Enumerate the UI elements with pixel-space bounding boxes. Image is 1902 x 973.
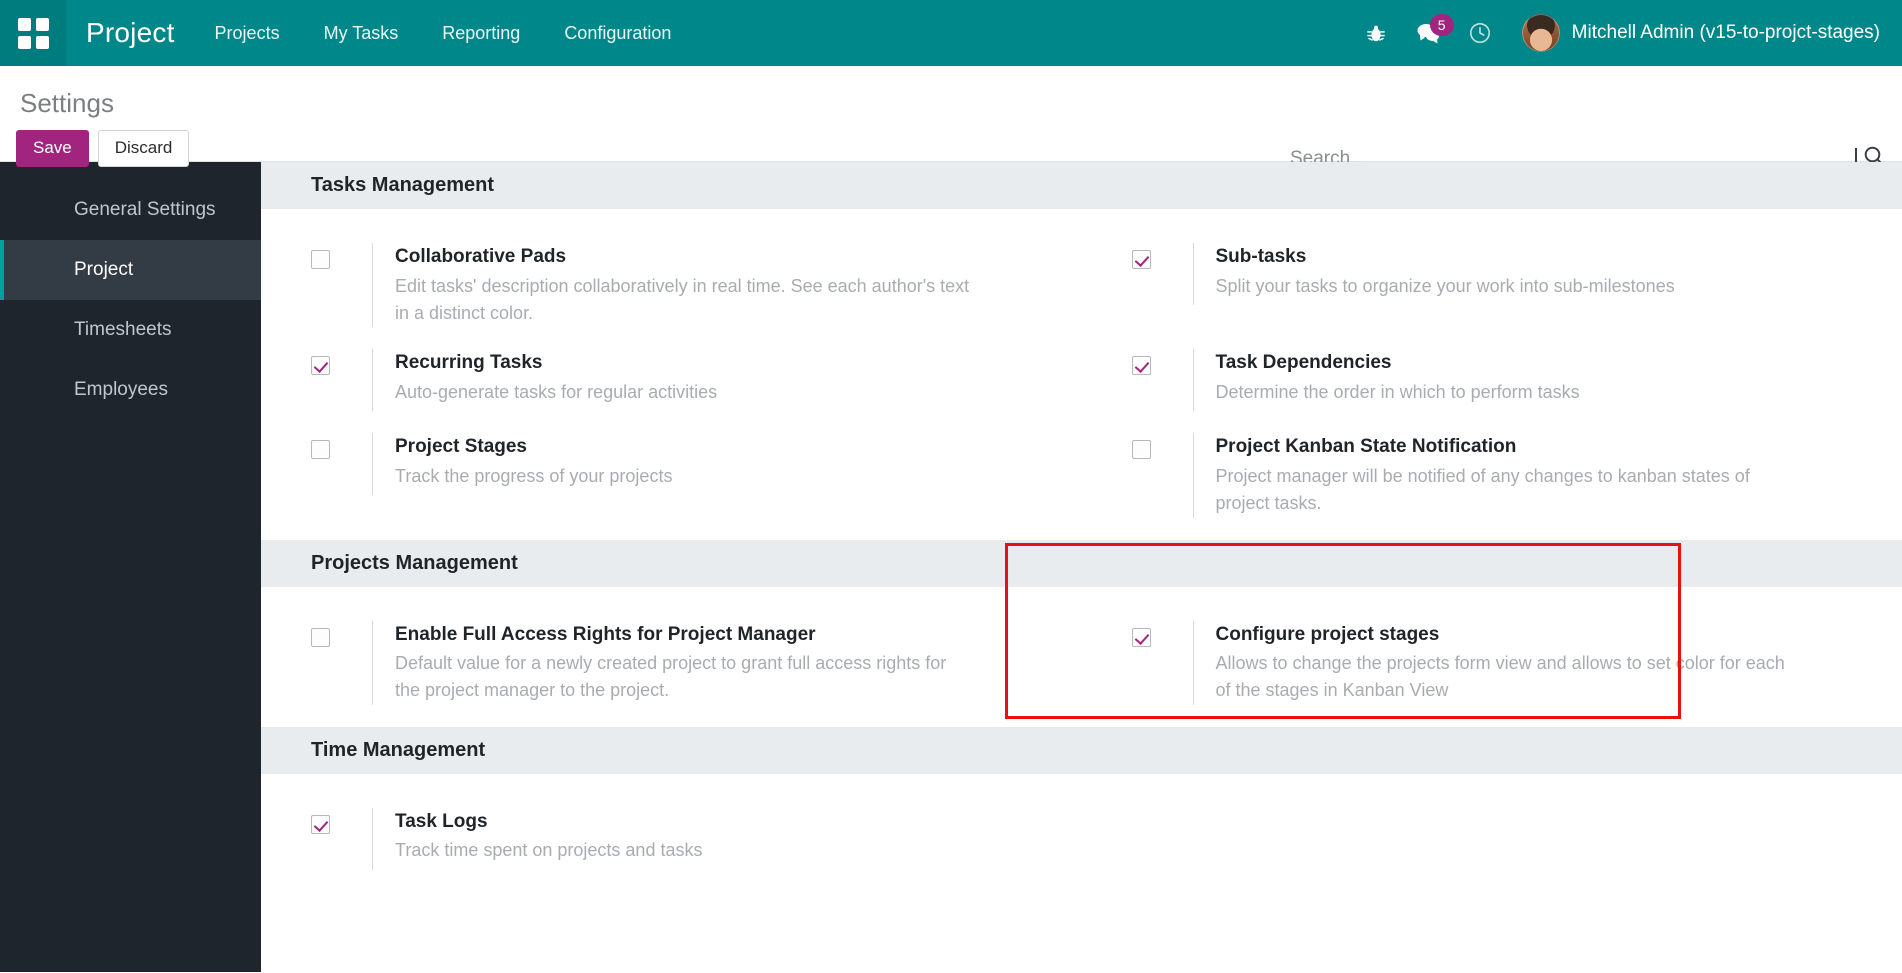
setting-project-kanban-state-notification: Project Kanban State Notification Projec… [1082,421,1902,527]
setting-desc-project-stages: Track the progress of your projects [395,463,672,490]
checkbox-task-logs[interactable] [311,815,330,834]
navbar-menu: Projects My Tasks Reporting Configuratio… [193,0,694,66]
setting-desc-task-dependencies: Determine the order in which to perform … [1216,379,1580,406]
setting-desc-sub-tasks: Split your tasks to organize your work i… [1216,273,1675,300]
section-header-projects-management: Projects Management [261,540,1902,587]
messages-count-badge: 5 [1430,14,1454,36]
section-header-time-management: Time Management [261,727,1902,774]
sidebar-item-timesheets[interactable]: Timesheets [0,300,261,360]
user-menu[interactable]: Mitchell Admin (v15-to-projct-stages) [1506,14,1886,52]
app-brand-project[interactable]: Project [66,17,193,49]
checkbox-project-stages[interactable] [311,440,330,459]
nav-item-configuration[interactable]: Configuration [542,0,693,66]
setting-title-collaborative-pads: Collaborative Pads [395,243,975,271]
setting-enable-full-access-rights: Enable Full Access Rights for Project Ma… [261,609,1082,715]
setting-title-recurring-tasks: Recurring Tasks [395,349,717,377]
setting-configure-project-stages: Configure project stages Allows to chang… [1082,609,1902,715]
sidebar-item-project[interactable]: Project [0,240,261,300]
nav-item-my-tasks[interactable]: My Tasks [302,0,421,66]
setting-desc-configure-project-stages: Allows to change the projects form view … [1216,650,1796,705]
apps-menu-button[interactable] [0,0,66,66]
discard-button[interactable]: Discard [98,130,190,167]
messages-icon[interactable]: 5 [1402,0,1454,66]
setting-desc-project-kanban-state-notification: Project manager will be notified of any … [1216,463,1796,518]
section-body-time-management: Task Logs Track time spent on projects a… [261,774,1902,892]
setting-desc-recurring-tasks: Auto-generate tasks for regular activiti… [395,379,717,406]
setting-sub-tasks: Sub-tasks Split your tasks to organize y… [1082,231,1902,337]
checkbox-recurring-tasks[interactable] [311,356,330,375]
setting-recurring-tasks: Recurring Tasks Auto-generate tasks for … [261,337,1082,421]
navbar-right-tools: 5 Mitchell Admin (v15-to-projct-stages) [1350,0,1902,66]
user-name-label: Mitchell Admin (v15-to-projct-stages) [1572,22,1880,44]
section-header-tasks-management: Tasks Management [261,162,1902,209]
sidebar-item-general-settings[interactable]: General Settings [0,180,261,240]
setting-title-enable-full-access-rights: Enable Full Access Rights for Project Ma… [395,621,975,649]
setting-desc-collaborative-pads: Edit tasks' description collaboratively … [395,273,975,328]
page-title: Settings [20,88,114,119]
checkbox-sub-tasks[interactable] [1132,250,1151,269]
nav-item-projects[interactable]: Projects [193,0,302,66]
setting-title-configure-project-stages: Configure project stages [1216,621,1796,649]
control-panel: Settings Save Discard Search... [0,66,1902,162]
save-button[interactable]: Save [16,130,89,167]
checkbox-enable-full-access-rights[interactable] [311,628,330,647]
setting-title-task-dependencies: Task Dependencies [1216,349,1580,377]
setting-task-dependencies: Task Dependencies Determine the order in… [1082,337,1902,421]
setting-title-project-kanban-state-notification: Project Kanban State Notification [1216,433,1796,461]
nav-item-reporting[interactable]: Reporting [420,0,542,66]
setting-desc-enable-full-access-rights: Default value for a newly created projec… [395,650,975,705]
checkbox-collaborative-pads[interactable] [311,250,330,269]
setting-title-project-stages: Project Stages [395,433,672,461]
setting-project-stages: Project Stages Track the progress of you… [261,421,1082,527]
checkbox-project-kanban-state-notification[interactable] [1132,440,1151,459]
main-navbar: Project Projects My Tasks Reporting Conf… [0,0,1902,66]
setting-title-sub-tasks: Sub-tasks [1216,243,1675,271]
checkbox-configure-project-stages[interactable] [1132,628,1151,647]
section-body-tasks-management: Collaborative Pads Edit tasks' descripti… [261,209,1902,540]
setting-task-logs: Task Logs Track time spent on projects a… [261,796,1082,880]
sidebar-item-employees[interactable]: Employees [0,360,261,420]
settings-content: Tasks Management Collaborative Pads Edit… [261,162,1902,972]
setting-collaborative-pads: Collaborative Pads Edit tasks' descripti… [261,231,1082,337]
checkbox-task-dependencies[interactable] [1132,356,1151,375]
bug-icon[interactable] [1350,0,1402,66]
setting-title-task-logs: Task Logs [395,808,702,836]
activities-clock-icon[interactable] [1454,0,1506,66]
avatar [1522,14,1560,52]
setting-desc-task-logs: Track time spent on projects and tasks [395,837,702,864]
apps-grid-icon [18,18,49,49]
section-body-projects-management: Enable Full Access Rights for Project Ma… [261,587,1902,727]
settings-body: General Settings Project Timesheets Empl… [0,162,1902,972]
settings-sidebar: General Settings Project Timesheets Empl… [0,162,261,972]
control-panel-buttons: Save Discard [16,130,189,167]
